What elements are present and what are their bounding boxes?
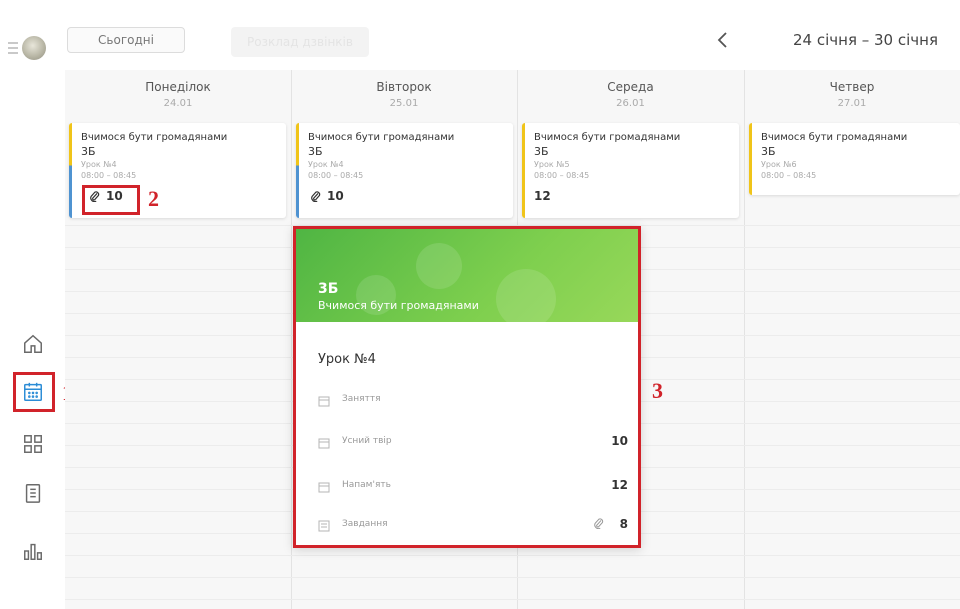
day-name: Вівторок	[376, 80, 432, 94]
paperclip-icon	[311, 191, 321, 202]
sidebar-item-apps[interactable]	[20, 431, 46, 457]
row-value: 10	[611, 434, 628, 448]
day-date: 25.01	[389, 98, 419, 109]
header-decoration	[496, 269, 556, 322]
row-label: Завдання	[342, 519, 388, 529]
row-divider	[65, 599, 960, 600]
grade-value: 12	[534, 189, 551, 203]
toolbar: Сьогодні Розклад дзвінків 24 січня – 30 …	[65, 0, 960, 70]
lesson-grade[interactable]: 10	[310, 189, 344, 203]
day-date: 26.01	[616, 98, 645, 109]
sidebar-item-home[interactable]	[20, 331, 46, 357]
profile-menu[interactable]	[8, 36, 56, 60]
lesson-color-stripe	[296, 123, 299, 218]
popup-row-oral[interactable]: Усний твір 10	[318, 434, 628, 454]
popup-class: 3Б	[318, 281, 339, 297]
day-name: Четвер	[829, 80, 875, 94]
row-divider	[65, 577, 960, 578]
lesson-card-wednesday[interactable]: Вчимося бути громадянами 3Б Урок №5 08:0…	[522, 123, 739, 218]
lesson-class: 3Б	[81, 145, 96, 158]
lesson-class: 3Б	[761, 145, 776, 158]
lesson-class: 3Б	[534, 145, 549, 158]
calendar-small-icon	[318, 482, 330, 493]
day-header-wednesday: Середа 26.01	[517, 70, 744, 118]
today-button[interactable]: Сьогодні	[67, 27, 185, 53]
popup-row-lesson[interactable]: Заняття	[318, 392, 628, 412]
lesson-subject: Вчимося бути громадянами	[761, 132, 908, 143]
lesson-color-stripe	[69, 123, 72, 218]
annotation-number-2: 2	[148, 186, 159, 211]
row-divider	[65, 555, 960, 556]
row-label: Заняття	[342, 394, 381, 404]
column-divider	[291, 70, 292, 609]
annotation-number-3: 3	[652, 378, 663, 403]
prev-week-button[interactable]	[711, 28, 735, 52]
bell-schedule-button[interactable]: Розклад дзвінків	[231, 27, 369, 57]
grid-icon	[24, 435, 42, 453]
day-header-thursday: Четвер 27.01	[744, 70, 960, 118]
sidebar-item-journal[interactable]	[20, 480, 46, 506]
home-icon	[24, 334, 42, 353]
lesson-time: 08:00 – 08:45	[81, 171, 137, 180]
lesson-details-popup: 3Б Вчимося бути громадянами Урок №4 Заня…	[293, 226, 641, 548]
lesson-grade[interactable]: 12	[534, 189, 551, 203]
row-label: Напам'ять	[342, 480, 391, 490]
lesson-card-tuesday[interactable]: Вчимося бути громадянами 3Б Урок №4 08:0…	[296, 123, 513, 218]
lesson-number: Урок №6	[761, 160, 797, 169]
sidebar: 1	[0, 0, 73, 609]
bar-chart-icon	[24, 543, 42, 560]
lesson-time: 08:00 – 08:45	[534, 171, 590, 180]
calendar-small-icon	[318, 438, 330, 449]
grade-value: 10	[327, 189, 344, 203]
lesson-number: Урок №4	[81, 160, 117, 169]
lesson-card-thursday[interactable]: Вчимося бути громадянами 3Б Урок №6 08:0…	[749, 123, 960, 195]
lesson-class: 3Б	[308, 145, 323, 158]
lesson-time: 08:00 – 08:45	[308, 171, 364, 180]
lesson-number: Урок №5	[534, 160, 570, 169]
calendar-small-icon	[318, 396, 330, 407]
lesson-subject: Вчимося бути громадянами	[81, 132, 228, 143]
day-header-tuesday: Вівторок 25.01	[291, 70, 517, 118]
sidebar-item-calendar[interactable]	[20, 379, 46, 405]
column-divider	[744, 70, 745, 609]
lesson-subject: Вчимося бути громадянами	[308, 132, 455, 143]
calendar-icon	[24, 382, 42, 401]
popup-row-memory[interactable]: Напам'ять 12	[318, 478, 628, 498]
clipboard-icon	[25, 484, 41, 503]
lesson-number: Урок №4	[308, 160, 344, 169]
day-name: Середа	[607, 80, 654, 94]
checklist-icon	[318, 520, 330, 532]
row-value: 12	[611, 478, 628, 492]
sidebar-item-stats[interactable]	[20, 538, 46, 564]
popup-row-task[interactable]: Завдання 8	[318, 517, 628, 537]
avatar[interactable]	[22, 36, 46, 60]
popup-lesson-number: Урок №4	[318, 352, 376, 367]
lesson-time: 08:00 – 08:45	[761, 171, 817, 180]
lesson-subject: Вчимося бути громадянами	[534, 132, 681, 143]
week-date-range: 24 січня – 30 січня	[793, 31, 938, 49]
lesson-color-stripe	[522, 123, 525, 218]
chevron-left-icon	[717, 32, 727, 48]
popup-header: 3Б Вчимося бути громадянами	[296, 229, 638, 322]
row-label: Усний твір	[342, 436, 392, 446]
header-decoration	[416, 243, 462, 289]
day-header-monday: Понеділок 24.01	[65, 70, 291, 118]
popup-subject: Вчимося бути громадянами	[318, 299, 479, 312]
day-date: 27.01	[837, 98, 867, 109]
menu-icon[interactable]	[8, 42, 20, 54]
row-value: 8	[619, 517, 628, 531]
lesson-color-stripe	[749, 123, 752, 195]
paperclip-icon[interactable]	[593, 517, 604, 529]
day-date: 24.01	[163, 98, 193, 109]
day-name: Понеділок	[145, 80, 211, 94]
annotation-box-attachment	[82, 185, 140, 215]
